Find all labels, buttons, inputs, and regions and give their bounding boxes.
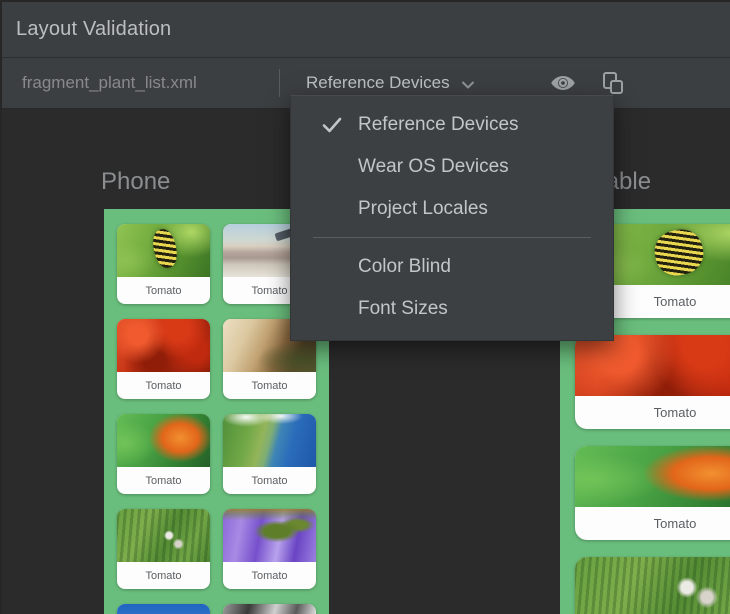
copy-devices-icon — [599, 69, 627, 97]
menu-section-modes: Color Blind Font Sizes — [291, 246, 613, 330]
plant-card-label: Tomato — [117, 372, 210, 399]
plant-card: Tomato — [117, 319, 210, 399]
plant-card-label: Tomato — [117, 562, 210, 589]
plant-card-label: Tomato — [575, 507, 730, 540]
red-maple-photo — [575, 335, 730, 396]
plant-card: Tomato — [223, 604, 316, 614]
sky-photo — [117, 604, 210, 614]
menu-item-label: Project Locales — [358, 198, 488, 220]
menu-item-color-blind[interactable]: Color Blind — [291, 246, 613, 288]
plant-card: Tomato — [117, 224, 210, 304]
chevron-down-icon — [460, 78, 476, 92]
menu-section-devices: Reference Devices Wear OS Devices Project … — [291, 104, 613, 230]
layout-validation-window: Layout Validation fragment_plant_list.xm… — [0, 0, 730, 614]
tab-fragment-plant-list[interactable]: fragment_plant_list.xml — [22, 58, 197, 108]
menu-item-label: Color Blind — [358, 256, 451, 278]
page-title: Layout Validation — [16, 2, 171, 57]
caterpillar-photo — [117, 224, 210, 277]
plant-card: Tomato — [575, 557, 730, 614]
plant-card: Tomato — [223, 509, 316, 589]
plant-card-label: Tomato — [117, 467, 210, 494]
plant-card: Tomato — [117, 509, 210, 589]
eye-icon — [549, 72, 577, 94]
checkmark-icon — [321, 116, 343, 134]
purple-river-photo — [223, 509, 316, 562]
plant-card-label: Tomato — [575, 396, 730, 429]
plant-card-label: Tomato — [223, 467, 316, 494]
plant-card: Tomato — [223, 414, 316, 494]
farm-photo — [575, 557, 730, 614]
mode-selector-label: Reference Devices — [306, 73, 450, 93]
preview-label-phone: Phone — [101, 168, 170, 196]
menu-item-label: Reference Devices — [358, 114, 519, 136]
menu-item-wear-os-devices[interactable]: Wear OS Devices — [291, 146, 613, 188]
plant-card-label: Tomato — [117, 277, 210, 304]
menu-item-label: Font Sizes — [358, 298, 448, 320]
menu-item-label: Wear OS Devices — [358, 156, 509, 178]
plant-card: Tomato — [575, 335, 730, 429]
orange-maple-photo — [575, 446, 730, 507]
plant-card-label: Tomato — [223, 562, 316, 589]
farm-photo — [117, 509, 210, 562]
menu-item-font-sizes[interactable]: Font Sizes — [291, 288, 613, 330]
tool-window-header: Layout Validation — [2, 2, 730, 58]
storm-photo — [223, 604, 316, 614]
plant-card-label: Tomato — [223, 372, 316, 399]
menu-separator — [313, 237, 591, 238]
menu-item-project-locales[interactable]: Project Locales — [291, 188, 613, 230]
plant-card: Tomato — [575, 446, 730, 540]
mode-dropdown-menu: Reference Devices Wear OS Devices Project … — [290, 95, 614, 341]
plant-card: Tomato — [117, 604, 210, 614]
orange-maple-photo — [117, 414, 210, 467]
plant-card: Tomato — [117, 414, 210, 494]
coast-photo — [223, 414, 316, 467]
toolbar-separator — [279, 69, 280, 97]
red-maple-photo — [117, 319, 210, 372]
menu-item-reference-devices[interactable]: Reference Devices — [291, 104, 613, 146]
